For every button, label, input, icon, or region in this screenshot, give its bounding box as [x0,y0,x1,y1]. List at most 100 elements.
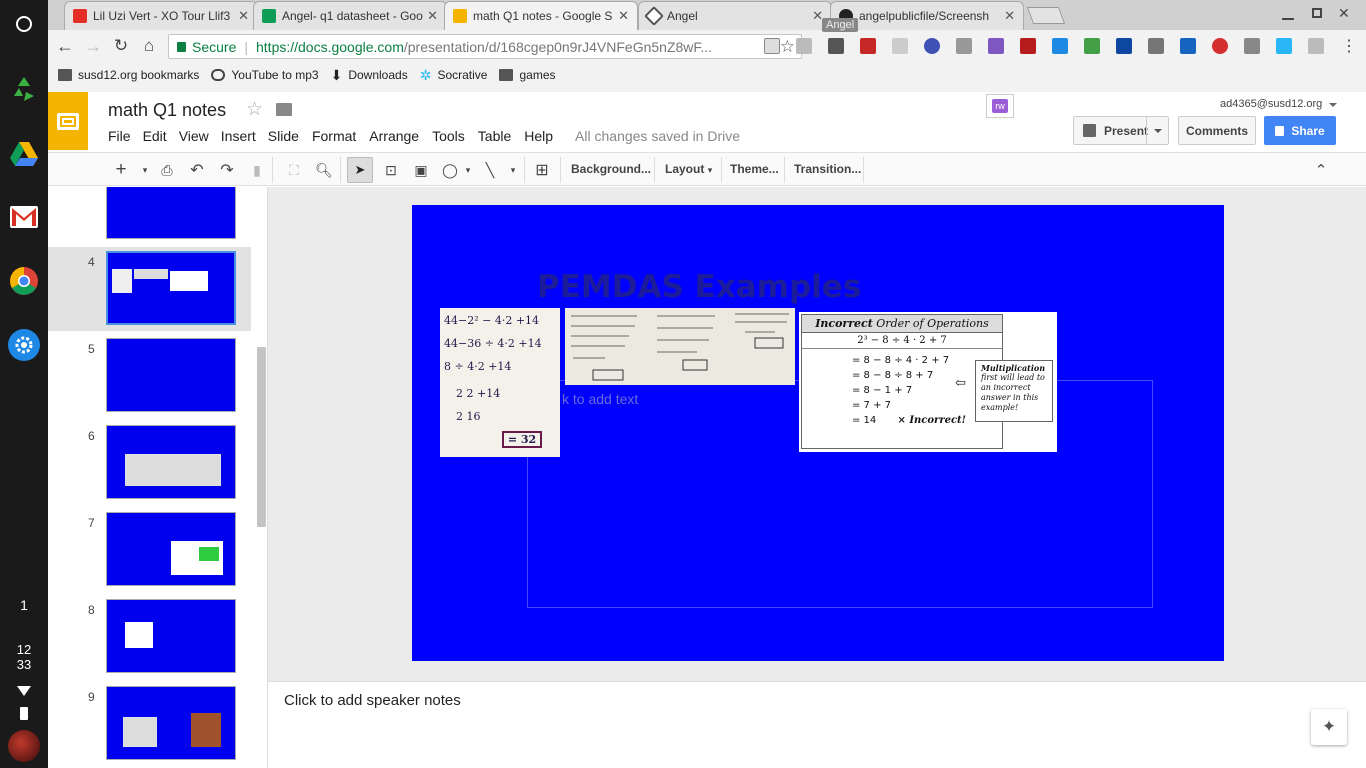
menu-file[interactable]: File [108,128,131,144]
handwritten-work-image[interactable]: 44−2² − 4·2 +14 44−36 ÷ 4·2 +14 8 ÷ 4·2 … [440,308,560,457]
slide-thumbnail-row[interactable]: 4 [48,251,258,337]
tab-youtube[interactable]: Lil Uzi Vert - XO Tour Llif3 ✕ [64,1,258,30]
shape-dropdown-icon[interactable]: ▾ [459,161,477,179]
zoom-icon[interactable]: 🔍︎ [315,161,333,179]
zoom-fit-icon[interactable]: ⛶ [285,161,303,179]
settings-icon[interactable] [8,329,40,361]
reload-icon[interactable]: ↻ [112,36,130,55]
slide-thumbnail-9[interactable] [106,686,236,760]
microphone-icon[interactable] [924,38,940,54]
speaker-notes-placeholder[interactable]: Click to add speaker notes [284,692,461,709]
bookmark-youtube-mp3[interactable]: YouTube to mp3 [211,68,319,82]
extension-icon[interactable] [796,38,812,54]
extension-icon[interactable] [1308,38,1324,54]
slide-thumbnail-row[interactable]: 7 [48,512,258,598]
extension-icon[interactable] [956,38,972,54]
google-drive-icon[interactable] [8,138,40,170]
gmail-icon[interactable] [8,201,40,233]
present-dropdown-icon[interactable] [1146,117,1168,144]
image-icon[interactable]: ▣ [412,161,430,179]
chrome-icon[interactable] [8,265,40,297]
extension-icon[interactable] [1020,38,1036,54]
menu-arrange[interactable]: Arrange [369,128,419,144]
slides-logo[interactable] [48,92,88,150]
minimize-icon[interactable] [1282,8,1294,20]
menu-table[interactable]: Table [478,128,511,144]
menu-icon[interactable]: ⋮ [1340,37,1358,55]
collapse-chevron-icon[interactable]: ⌃ [1312,161,1330,179]
close-icon[interactable]: ✕ [1004,8,1015,24]
undo-icon[interactable]: ↶ [188,161,206,179]
extension-icon[interactable] [1180,38,1196,54]
recycle-icon[interactable] [1148,38,1164,54]
menu-view[interactable]: View [179,128,209,144]
list-icon[interactable] [1244,38,1260,54]
bookmark-susd12[interactable]: susd12.org bookmarks [58,68,199,82]
line-dropdown-icon[interactable]: ▾ [504,161,522,179]
extension-icon[interactable] [1052,38,1068,54]
account-email[interactable]: ad4365@susd12.org [1220,98,1322,110]
star-icon[interactable]: ☆ [780,37,795,57]
slide-thumbnail-3[interactable] [106,187,236,239]
slide-thumbnail-row[interactable]: 9 [48,686,258,768]
incorrect-order-image[interactable]: Incorrect Order of Operations 2³ − 8 ÷ 4… [799,312,1057,452]
background-button[interactable]: Background... [571,162,651,176]
extension-icon[interactable] [1276,38,1292,54]
new-slide-icon[interactable]: + [112,159,130,180]
layout-dropdown-icon[interactable]: ▾ [701,161,719,179]
clock-hour[interactable]: 12 [0,642,48,657]
extension-icon[interactable] [828,38,844,54]
present-button[interactable]: Present [1073,116,1169,145]
slide-thumbnail-row[interactable]: 8 [48,599,258,685]
adblock-icon[interactable] [1212,38,1228,54]
tab-angel[interactable]: Angel ✕ [638,1,832,30]
slide-thumbnail-7[interactable] [106,512,236,586]
comments-button[interactable]: Comments [1178,116,1256,145]
close-icon[interactable]: ✕ [618,8,629,24]
line-icon[interactable]: ╲ [481,161,499,179]
shape-icon[interactable]: ◯ [441,161,459,179]
slide-editor[interactable]: PEMDAS Examples k to add text 44−2² − 4·… [412,205,1224,661]
comment-add-icon[interactable]: ⊞ [533,161,551,179]
battery-icon[interactable] [20,707,28,720]
extension-icon[interactable] [1084,38,1100,54]
star-icon[interactable]: ☆ [246,98,263,121]
extension-icon[interactable] [860,38,876,54]
layout-button[interactable]: Layout [665,162,704,176]
tab-slides[interactable]: math Q1 notes - Google S ✕ [444,1,638,30]
slide-title[interactable]: PEMDAS Examples [537,269,861,305]
speaker-notes-panel[interactable]: Click to add speaker notes ✦ [268,681,1366,768]
recycle-app-icon[interactable] [8,73,40,105]
slide-thumbnail-4[interactable] [106,251,236,325]
worksheet-strip-image[interactable] [565,308,795,385]
transition-button[interactable]: Transition... [794,162,861,176]
close-icon[interactable]: ✕ [238,8,249,24]
menu-help[interactable]: Help [524,128,553,144]
extension-icon[interactable] [988,38,1004,54]
folder-icon[interactable] [276,103,292,116]
select-tool-icon[interactable]: ➤ [347,157,373,183]
maximize-icon[interactable] [1312,8,1322,18]
close-icon[interactable]: ✕ [427,8,438,24]
wifi-icon[interactable] [17,686,31,696]
tab-github[interactable]: angelpublicfile/Screensh ✕ [830,1,1024,30]
address-bar[interactable]: Secure | https://docs.google.com /presen… [168,34,802,59]
new-tab-button[interactable] [1026,7,1066,24]
user-avatar[interactable] [8,730,40,762]
home-icon[interactable]: ⌂ [140,36,158,55]
filmstrip-scrollbar[interactable] [257,347,266,527]
explore-button[interactable]: ✦ [1311,709,1347,745]
menu-insert[interactable]: Insert [221,128,256,144]
new-slide-dropdown-icon[interactable]: ▾ [136,161,154,179]
tab-sheets[interactable]: Angel- q1 datasheet - Goo ✕ [253,1,447,30]
slide-thumbnail-5[interactable] [106,338,236,412]
menu-format[interactable]: Format [312,128,356,144]
redo-icon[interactable]: ↷ [218,161,236,179]
slide-thumbnail-row[interactable]: 6 [48,425,258,511]
launcher-button[interactable] [8,8,40,40]
addon-badge[interactable]: rw [986,94,1014,118]
clock-minute[interactable]: 33 [0,657,48,672]
menu-tools[interactable]: Tools [432,128,465,144]
bookmark-games[interactable]: games [499,68,556,82]
forward-icon[interactable]: → [84,36,102,56]
